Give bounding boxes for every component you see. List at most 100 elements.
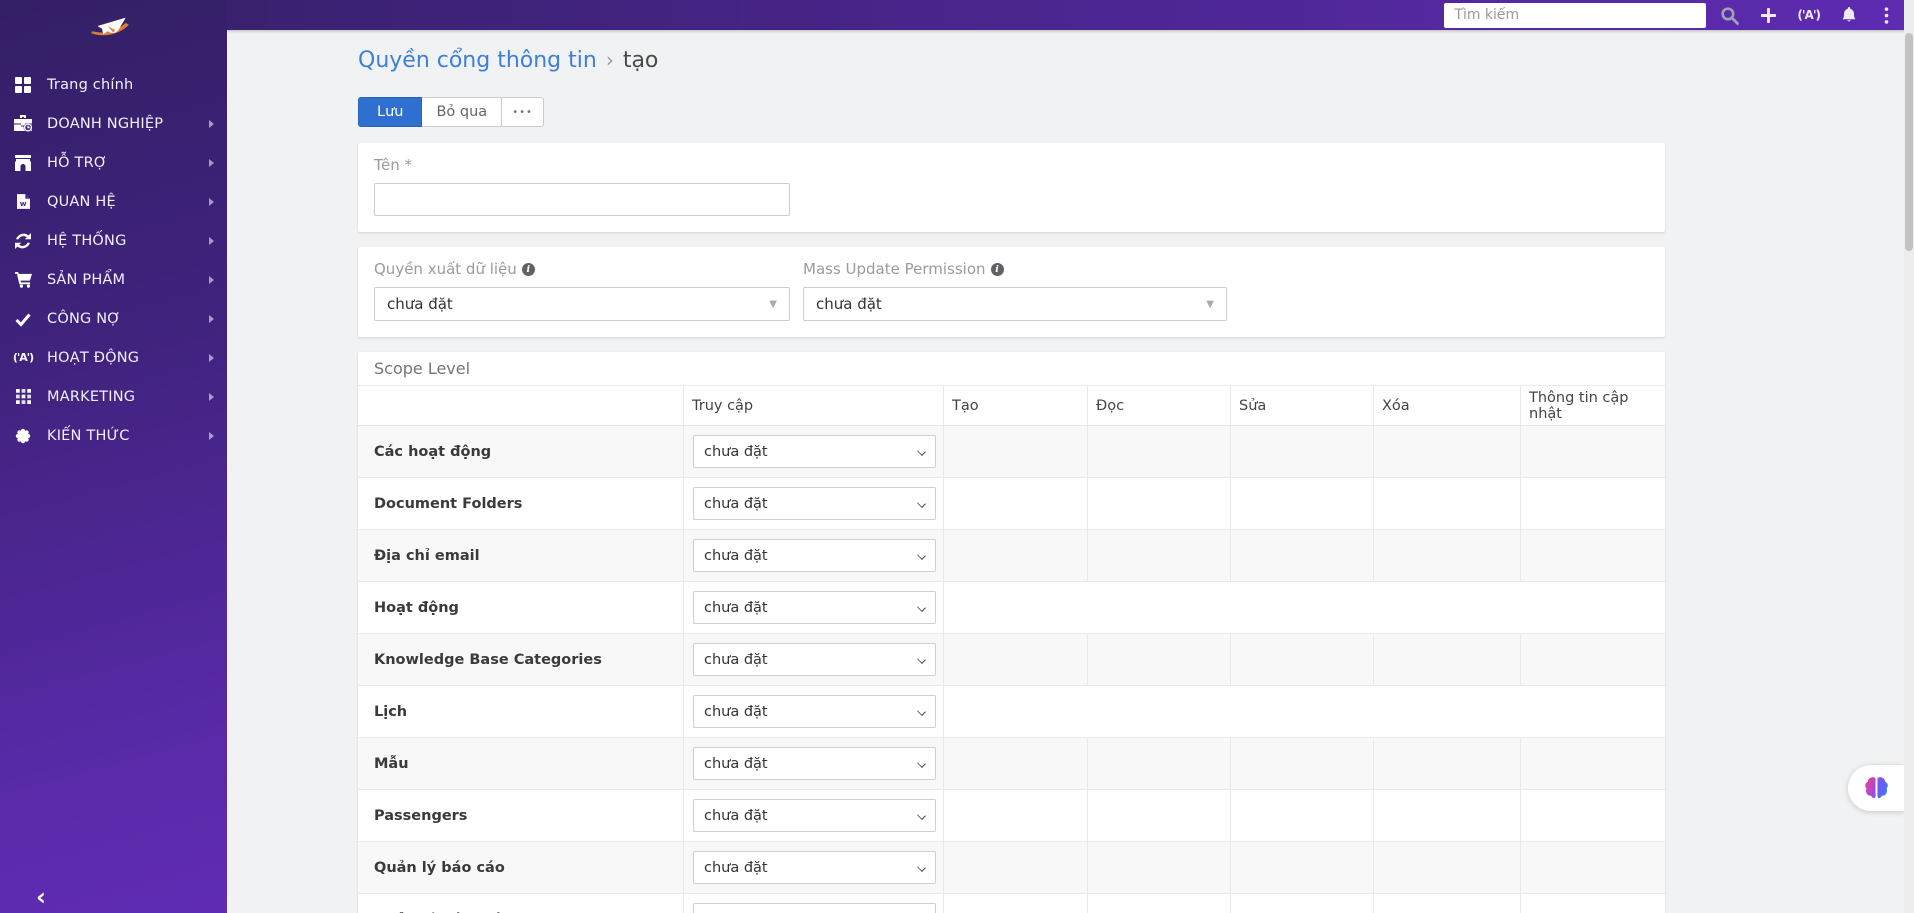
sidebar-item-san-pham[interactable]: SẢN PHẨM xyxy=(0,260,227,299)
sidebar-item-quan-he[interactable]: w QUAN HỆ xyxy=(0,182,227,221)
scope-cell-read xyxy=(1087,426,1230,477)
scope-cell-create xyxy=(944,426,1087,477)
scope-access-select[interactable]: chưa đặt xyxy=(693,851,936,884)
scope-access-select[interactable]: chưa đặt xyxy=(693,799,936,832)
chevron-right-icon xyxy=(209,393,214,401)
scope-cell-edit xyxy=(1230,790,1373,841)
scope-cell-create xyxy=(944,478,1087,529)
grid-icon xyxy=(12,77,34,93)
bell-icon[interactable] xyxy=(1841,7,1857,23)
scope-cell-edit xyxy=(1230,478,1373,529)
scope-cell-edit xyxy=(1230,738,1373,789)
sidebar-item-cong-no[interactable]: CÔNG NỢ xyxy=(0,299,227,338)
scope-cell-read xyxy=(1087,530,1230,581)
sidebar-item-marketing[interactable]: MARKETING xyxy=(0,377,227,416)
chevron-down-icon xyxy=(917,811,926,820)
scope-cell-delete xyxy=(1373,426,1520,477)
briefcase-clock-icon xyxy=(12,115,34,132)
archway-icon xyxy=(12,155,34,171)
more-actions-button[interactable]: ••• xyxy=(502,97,544,127)
scope-access-select[interactable]: chưa đặt xyxy=(693,903,936,913)
scope-table-row: Passengers chưa đặt xyxy=(358,790,1665,842)
scope-table-row: Knowledge Base Categories chưa đặt xyxy=(358,634,1665,686)
broadcast-icon[interactable]: ('A') xyxy=(1797,8,1820,22)
breadcrumb-parent-link[interactable]: Quyền cổng thông tin xyxy=(358,48,597,73)
scope-column-header: Xóa xyxy=(1373,386,1520,425)
scope-access-select[interactable]: chưa đặt xyxy=(693,539,936,572)
scope-column-header: Tạo xyxy=(944,386,1087,425)
chevron-down-icon xyxy=(917,551,926,560)
chevron-down-icon xyxy=(917,447,926,456)
chevron-down-icon xyxy=(917,603,926,612)
chevron-down-icon: ▼ xyxy=(1206,299,1214,310)
scope-access-select[interactable]: chưa đặt xyxy=(693,435,936,468)
scope-panel-title: Scope Level xyxy=(358,352,1665,386)
sidebar-collapse-button[interactable]: ‹ xyxy=(36,885,46,909)
scope-cell-read xyxy=(1087,738,1230,789)
name-field-input[interactable] xyxy=(374,183,790,216)
brain-icon xyxy=(12,428,34,444)
chevron-right-icon xyxy=(209,237,214,245)
sidebar-item-ho-tro[interactable]: HỖ TRỢ xyxy=(0,143,227,182)
sidebar-item-he-thong[interactable]: HỆ THỐNG xyxy=(0,221,227,260)
scope-cell-edit xyxy=(1230,530,1373,581)
scope-access-select[interactable]: chưa đặt xyxy=(693,695,936,728)
sidebar-item-trang-chinh[interactable]: Trang chính xyxy=(0,65,227,104)
sidebar-item-label: DOANH NGHIỆP xyxy=(47,116,163,132)
scope-cell-create xyxy=(944,894,1087,913)
scope-access-select[interactable]: chưa đặt xyxy=(693,643,936,676)
scope-row-label: Quản lý báo cáo xyxy=(358,842,683,893)
scope-cell-stream xyxy=(1520,634,1665,685)
scope-table-header: Truy cậpTạoĐọcSửaXóaThông tin cập nhật xyxy=(358,386,1665,426)
assistant-button[interactable] xyxy=(1848,765,1904,811)
scope-table-row: Địa chỉ email chưa đặt xyxy=(358,530,1665,582)
topbar-icons: ('A') xyxy=(1720,6,1894,25)
sidebar-item-doanh-nghiep[interactable]: DOANH NGHIỆP xyxy=(0,104,227,143)
info-icon[interactable]: i xyxy=(522,263,535,276)
cancel-button[interactable]: Bỏ qua xyxy=(422,97,502,127)
save-button[interactable]: Lưu xyxy=(358,97,422,127)
scope-column-header: Đọc xyxy=(1087,386,1230,425)
info-icon[interactable]: i xyxy=(991,263,1004,276)
main-content: Quyền cổng thông tin › tạo Lưu Bỏ qua ••… xyxy=(227,30,1914,913)
scrollbar-thumb[interactable] xyxy=(1905,33,1913,251)
breadcrumb-separator: › xyxy=(606,48,614,72)
scope-access-select[interactable]: chưa đặt xyxy=(693,591,936,624)
scope-access-select[interactable]: chưa đặt xyxy=(693,747,936,780)
sidebar-item-kien-thuc[interactable]: KIẾN THỨC xyxy=(0,416,227,455)
sidebar-item-hoat-ong[interactable]: ('A') HOẠT ĐỘNG xyxy=(0,338,227,377)
scope-cell-edit xyxy=(1230,426,1373,477)
plus-icon[interactable] xyxy=(1760,8,1776,23)
scope-cell-stream xyxy=(1520,842,1665,893)
sync-icon xyxy=(12,233,34,249)
dots-grid-icon xyxy=(12,389,34,404)
scope-table-row: Hoạt động chưa đặt xyxy=(358,582,1665,634)
scope-cell-span xyxy=(944,686,1665,737)
scope-cell-edit xyxy=(1230,894,1373,913)
scope-table-row: Document Folders chưa đặt xyxy=(358,478,1665,530)
topbar: ('A') xyxy=(227,0,1914,30)
sidebar-menu: Trang chính DOANH NGHIỆP HỖ TRỢ w QUAN H… xyxy=(0,65,227,455)
breadcrumb: Quyền cổng thông tin › tạo xyxy=(358,45,1665,75)
scope-cell-stream xyxy=(1520,894,1665,913)
scope-cell-create xyxy=(944,790,1087,841)
scope-cell-read xyxy=(1087,894,1230,913)
sidebar-item-label: HỖ TRỢ xyxy=(47,155,107,171)
search-input[interactable] xyxy=(1444,3,1706,28)
scope-access-select[interactable]: chưa đặt xyxy=(693,487,936,520)
scope-row-label: Hoạt động xyxy=(358,582,683,633)
permissions-panel: Quyền xuất dữ liệu i chưa đặt ▼ Mass Upd… xyxy=(358,247,1665,337)
chevron-right-icon xyxy=(209,354,214,362)
plane-logo[interactable] xyxy=(86,12,132,42)
scope-row-label: Các hoạt động xyxy=(358,426,683,477)
search-icon[interactable] xyxy=(1720,6,1739,25)
mass-update-permission-select[interactable]: chưa đặt ▼ xyxy=(803,287,1227,321)
scope-cell-span xyxy=(944,582,1665,633)
scope-cell-create xyxy=(944,530,1087,581)
kebab-icon[interactable] xyxy=(1878,7,1894,24)
chevron-right-icon xyxy=(209,276,214,284)
sidebar-item-label: KIẾN THỨC xyxy=(47,428,130,444)
scope-cell-delete xyxy=(1373,478,1520,529)
chevron-down-icon xyxy=(917,759,926,768)
export-permission-select[interactable]: chưa đặt ▼ xyxy=(374,287,790,321)
